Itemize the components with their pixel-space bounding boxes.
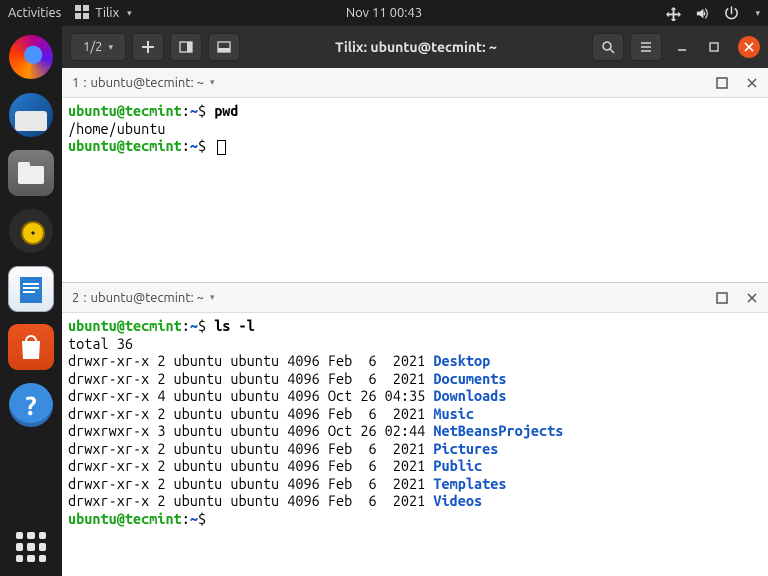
app-menu[interactable]: Tilix ▾ (75, 5, 131, 22)
terminal-2-body[interactable]: ubuntu@tecmint:~$ ls -l total 36 drwxr-x… (62, 313, 768, 576)
pane-maximize-icon[interactable] (716, 77, 728, 89)
new-session-button[interactable] (132, 33, 164, 61)
pane-index: 1 (72, 76, 79, 90)
window-title: Tilix: ubuntu@tecmint: ~ (246, 39, 586, 55)
music-icon (9, 209, 53, 253)
document-icon (17, 273, 45, 305)
thunderbird-icon (9, 93, 53, 137)
dock-thunderbird[interactable] (8, 92, 54, 138)
session-switcher[interactable]: 1/2 ▾ (70, 33, 126, 61)
gnome-top-bar: Activities Tilix ▾ Nov 11 00:43 ▾ (0, 0, 768, 26)
dock-ubuntu-software[interactable] (8, 324, 54, 370)
network-icon (666, 6, 681, 21)
chevron-down-icon: ▾ (127, 8, 132, 19)
activities-button[interactable]: Activities (8, 6, 61, 20)
dock-rhythmbox[interactable] (8, 208, 54, 254)
pane-2-header: 2: ubuntu@tecmint: ~ ▾ (62, 283, 768, 313)
minimize-button[interactable] (674, 39, 690, 55)
volume-icon (695, 6, 710, 21)
terminal-pane-1: 1: ubuntu@tecmint: ~ ▾ ubuntu@tecmint:~$… (62, 68, 768, 282)
chevron-down-icon: ▾ (108, 42, 113, 53)
terminal-pane-2: 2: ubuntu@tecmint: ~ ▾ ubuntu@tecmint:~$… (62, 282, 768, 576)
search-button[interactable] (592, 33, 624, 61)
dock-files[interactable] (8, 150, 54, 196)
shopping-bag-icon (18, 333, 44, 361)
pane-index: 2 (72, 291, 79, 305)
show-applications[interactable] (0, 532, 62, 562)
help-icon: ? (9, 383, 53, 427)
dock-firefox[interactable] (8, 34, 54, 80)
app-menu-label: Tilix (95, 6, 119, 20)
pane-close-icon[interactable] (746, 77, 758, 89)
pane-maximize-icon[interactable] (716, 292, 728, 304)
files-icon (16, 160, 46, 186)
tilix-app-icon (75, 5, 89, 22)
chevron-down-icon[interactable]: ▾ (210, 292, 215, 303)
split-right-button[interactable] (170, 33, 202, 61)
header-bar: 1/2 ▾ Tilix: ubuntu@tecmint: ~ (62, 26, 768, 68)
pane-1-header: 1: ubuntu@tecmint: ~ ▾ (62, 68, 768, 98)
pane-title[interactable]: ubuntu@tecmint: ~ (91, 76, 204, 90)
apps-grid-icon (16, 532, 46, 562)
dock-help[interactable]: ? (8, 382, 54, 428)
chevron-down-icon: ▾ (755, 8, 760, 19)
chevron-down-icon[interactable]: ▾ (210, 77, 215, 88)
system-status-area[interactable]: ▾ (666, 6, 760, 21)
dock: ? (0, 26, 62, 576)
hamburger-menu[interactable] (630, 33, 662, 61)
firefox-icon (9, 35, 53, 79)
terminal-1-body[interactable]: ubuntu@tecmint:~$ pwd /home/ubuntu ubunt… (62, 98, 768, 282)
maximize-button[interactable] (706, 39, 722, 55)
pane-close-icon[interactable] (746, 292, 758, 304)
session-label: 1/2 (83, 40, 102, 54)
pane-title[interactable]: ubuntu@tecmint: ~ (91, 291, 204, 305)
split-down-button[interactable] (208, 33, 240, 61)
power-icon (724, 6, 739, 21)
tilix-window: 1/2 ▾ Tilix: ubuntu@tecmint: ~ 1: ubuntu… (62, 26, 768, 576)
clock[interactable]: Nov 11 00:43 (346, 6, 422, 20)
close-button[interactable] (738, 36, 760, 58)
dock-libreoffice-writer[interactable] (8, 266, 54, 312)
